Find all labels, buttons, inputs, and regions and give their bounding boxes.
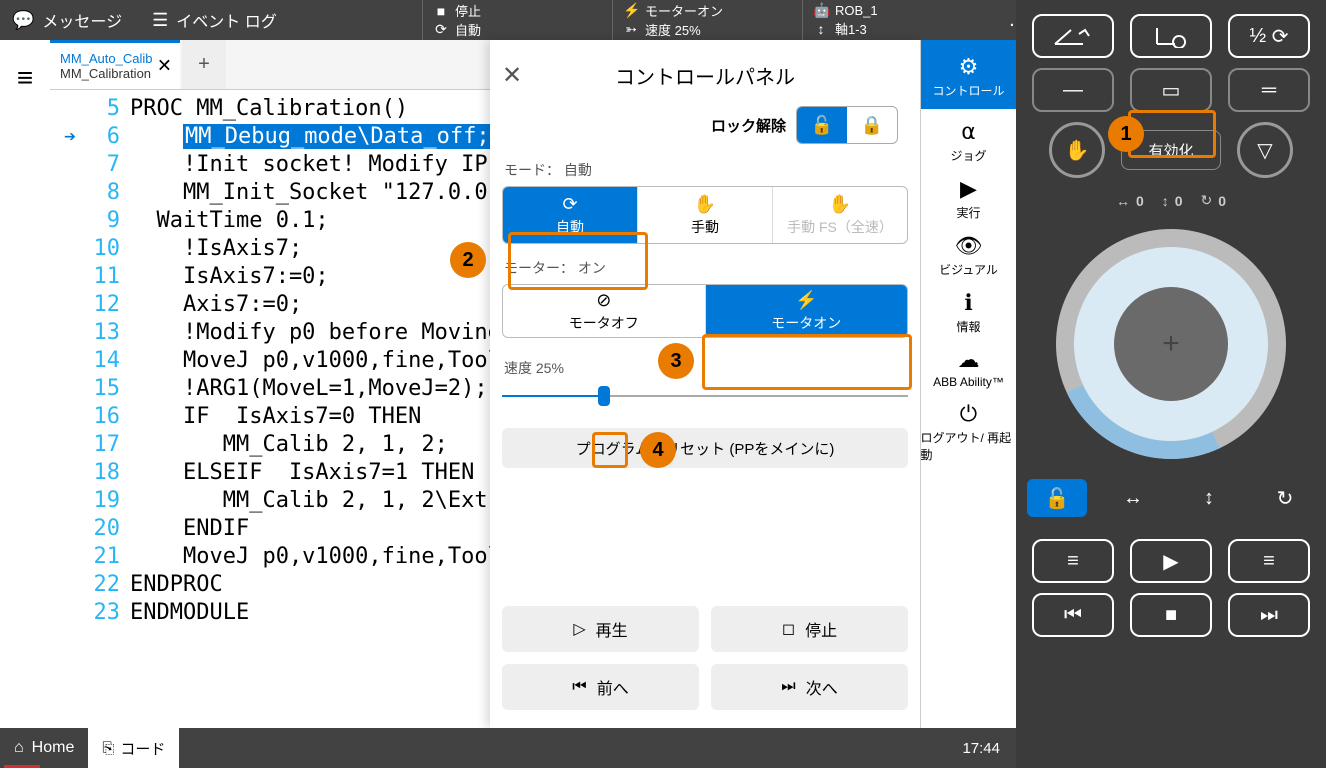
tab-subtitle: MM_Calibration (60, 66, 170, 81)
motor-label: モーター： オン (504, 258, 906, 278)
motor-on-button[interactable]: ⚡モータオン (705, 285, 908, 337)
sidebar-jog[interactable]: ⍺ジョグ (921, 113, 1017, 170)
equals-button[interactable]: ═ (1228, 68, 1310, 112)
list-icon[interactable]: ☰ (152, 10, 168, 31)
clock: 17:44 (946, 728, 1016, 768)
hand-icon: ✋ (694, 194, 716, 215)
jog-icon: ⍺ (961, 119, 976, 145)
code-tab-button[interactable]: ⎘ コード (88, 728, 179, 768)
mode-segment: ⟳自動 ✋手動 ✋手動 FS（全速） (502, 186, 908, 244)
speed-slider[interactable] (502, 384, 908, 408)
messages-label[interactable]: メッセージ (42, 8, 122, 32)
code-icon: ⎘ (102, 740, 114, 757)
next-button[interactable]: ⏭次へ (711, 664, 908, 710)
panel-close-button[interactable]: ✕ (502, 61, 542, 90)
tab-close[interactable]: ✕ (157, 56, 172, 77)
visual-icon: 👁 (955, 233, 983, 259)
status-robot-axis: 🤖ROB_1 ↕軸1-3 (802, 0, 992, 40)
page-button[interactable]: ▭ (1130, 68, 1212, 112)
home-button[interactable]: ⌂ Home (0, 728, 88, 768)
event-log-label[interactable]: イベント ログ (176, 8, 276, 32)
auto-mode-icon: ⟳ (562, 194, 577, 215)
tab-title: MM_Auto_Calib (60, 51, 170, 66)
info-icon: ℹ (964, 290, 972, 316)
touch-icon[interactable]: ✋ (1049, 122, 1105, 178)
step-fwd-icon[interactable]: ⏭ (1228, 593, 1310, 637)
menu-lines-icon[interactable]: ≡ (1032, 539, 1114, 583)
orient-icon[interactable] (1130, 14, 1212, 58)
file-tab[interactable]: MM_Auto_Calib MM_Calibration ✕ (50, 40, 180, 89)
unlock-small-icon[interactable]: 🔓 (1027, 479, 1087, 517)
coord-display: ↔ 0 ↕ 0 ↻ 0 (1116, 192, 1226, 209)
play-large-icon[interactable]: ▶ (1130, 539, 1212, 583)
stop-icon: ■ (433, 3, 449, 19)
mode-auto-button[interactable]: ⟳自動 (503, 187, 637, 243)
stop-icon: ◻ (782, 619, 795, 639)
sidebar-ability[interactable]: ☁ABB Ability™ (921, 341, 1017, 395)
bottom-bar: ⌂ Home ⎘ コード 17:44 (0, 728, 1016, 768)
mode-label: モード： 自動 (504, 160, 906, 180)
menu-lines2-icon[interactable]: ≡ (1228, 539, 1310, 583)
sidebar-run[interactable]: ▶実行 (921, 170, 1017, 227)
auto-icon: ⟳ (433, 21, 449, 38)
step-back-icon[interactable]: ⏮ (1032, 593, 1114, 637)
joystick[interactable]: + (1056, 229, 1286, 459)
message-icon[interactable]: 💬 (12, 10, 34, 31)
motor-off-icon: ⊘ (596, 290, 611, 311)
lock-icon[interactable]: 🔒 (847, 107, 897, 143)
motor-on-icon: ⚡ (795, 290, 817, 311)
control-panel: ✕ コントロールパネル ロック解除 🔓 🔒 モード： 自動 ⟳自動 ✋手動 ✋手… (490, 40, 920, 728)
unlock-icon[interactable]: 🔓 (797, 107, 847, 143)
robot-icon: 🤖 (813, 2, 829, 19)
rotate-arrow-icon[interactable]: ↻ (1255, 479, 1315, 517)
motor-segment: ⊘モータオフ ⚡モータオン (502, 284, 908, 338)
speed-icon: ➳ (623, 21, 639, 38)
minus-button[interactable]: — (1032, 68, 1114, 112)
sidebar-info[interactable]: ℹ情報 (921, 284, 1017, 341)
enable-button[interactable]: 有効化 (1121, 130, 1221, 170)
half-step-icon[interactable]: ½ ⟳ (1228, 14, 1310, 58)
mode-manual-button[interactable]: ✋手動 (637, 187, 772, 243)
play-button[interactable]: ▷再生 (502, 606, 699, 652)
run-icon: ▶ (960, 176, 977, 202)
prev-button[interactable]: ⏮前へ (502, 664, 699, 710)
slider-thumb[interactable] (598, 386, 610, 406)
stop-square-icon[interactable]: ■ (1130, 593, 1212, 637)
home-icon: ⌂ (14, 739, 24, 757)
cloud-icon: ☁ (958, 347, 980, 373)
power-icon: ⏻ (960, 401, 977, 427)
hand-full-icon: ✋ (829, 194, 851, 215)
stop-button[interactable]: ◻停止 (711, 606, 908, 652)
play-icon: ▷ (573, 619, 585, 639)
sidebar-visual[interactable]: 👁ビジュアル (921, 227, 1017, 284)
add-tab-button[interactable]: + (182, 40, 226, 89)
align-icon[interactable] (1032, 14, 1114, 58)
prev-icon: ⏮ (572, 678, 586, 696)
teach-pendant-bar: ½ ⟳ — ▭ ═ ✋ 有効化 ▽ ↔ 0 ↕ 0 ↻ 0 + 🔓 ↔ ↕ ↻ … (1016, 0, 1326, 768)
horiz-arrow-icon[interactable]: ↔ (1103, 479, 1163, 517)
mode-full-button: ✋手動 FS（全速） (772, 187, 907, 243)
status-stop-auto: ■停止 ⟳自動 (422, 0, 612, 40)
axis-icon: ↕ (813, 21, 829, 37)
gear-icon: ⚙ (959, 54, 979, 80)
motor-icon: ⚡ (623, 2, 639, 19)
panel-title: コントロールパネル (542, 61, 868, 90)
menu-button[interactable]: ≡ (0, 40, 50, 728)
status-motor-speed: ⚡モーターオン ➳速度 25% (612, 0, 802, 40)
speed-label: 速度 25% (504, 358, 906, 378)
sidebar-logout[interactable]: ⏻ログアウト/ 再起動 (921, 395, 1017, 469)
motor-off-button[interactable]: ⊘モータオフ (503, 285, 705, 337)
sidebar-control[interactable]: ⚙コントロール (921, 40, 1017, 109)
vert-arrow-icon[interactable]: ↕ (1179, 479, 1239, 517)
warning-icon[interactable]: ▽ (1237, 122, 1293, 178)
reset-program-button[interactable]: プログラムをリセット (PPをメインに) (502, 428, 908, 468)
lock-toggle[interactable]: 🔓 🔒 (796, 106, 898, 144)
joystick-center[interactable]: + (1114, 287, 1228, 401)
next-icon: ⏭ (781, 678, 795, 696)
unlock-label: ロック解除 (711, 115, 786, 136)
right-sidebar: ⚙コントロール ⍺ジョグ ▶実行 👁ビジュアル ℹ情報 ☁ABB Ability… (920, 40, 1016, 728)
